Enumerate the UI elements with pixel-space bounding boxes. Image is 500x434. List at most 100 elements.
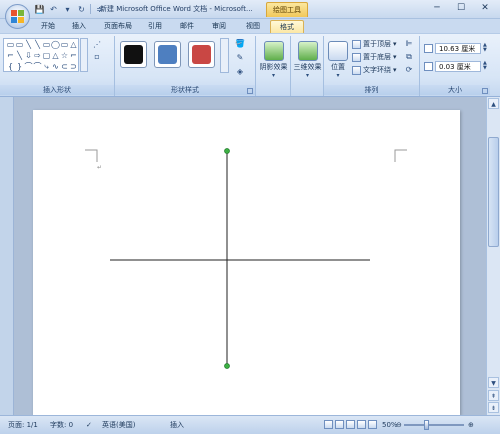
margin-corner-top-right: [394, 149, 407, 162]
3d-effects-icon: [297, 41, 318, 61]
scroll-up-icon[interactable]: ▲: [488, 98, 499, 109]
shape-line-icon[interactable]: ╲: [24, 40, 33, 49]
page-count[interactable]: 页面: 1/1: [8, 416, 38, 434]
bring-to-front-button[interactable]: 置于顶层 ▾: [352, 39, 397, 50]
shape-left-brace-icon[interactable]: {: [6, 62, 15, 71]
zoom-slider-knob[interactable]: [424, 420, 429, 430]
full-screen-reading-icon[interactable]: [335, 420, 344, 429]
shape-styles-launcher-icon[interactable]: [247, 88, 253, 94]
tab-page-layout[interactable]: 页面布局: [97, 20, 139, 33]
tab-view[interactable]: 视图: [239, 20, 267, 33]
close-button[interactable]: ✕: [474, 2, 496, 16]
shape-diagonal-icon[interactable]: ╲: [33, 40, 42, 49]
shape-rectangle-icon[interactable]: ▭: [6, 40, 15, 49]
shape-rounded-rect-icon[interactable]: ▭: [42, 40, 51, 49]
shape-height-spinner[interactable]: ▲ ▼: [483, 43, 489, 53]
group-size: 10.63 厘米 ▲ ▼ 0.03 厘米 ▲ ▼ 大小: [420, 36, 490, 96]
prev-page-icon[interactable]: ⇞: [488, 390, 499, 401]
zoom-out-icon[interactable]: ⊖: [396, 416, 402, 434]
office-logo-icon: [11, 10, 25, 24]
text-wrapping-button[interactable]: 文字环绕 ▾: [352, 65, 397, 76]
3d-effects-button[interactable]: 三维效果 ▾: [291, 38, 324, 84]
shape-left-bracket-icon[interactable]: ⊂: [60, 62, 69, 71]
undo-dropdown-icon[interactable]: ▾: [62, 4, 73, 15]
word-count[interactable]: 字数: 0: [50, 416, 73, 434]
style-gallery-scroll[interactable]: [220, 38, 229, 73]
position-button[interactable]: 位置 ▾: [326, 38, 350, 84]
shape-arc2-icon[interactable]: ⌒: [33, 62, 42, 71]
shape-elbow-icon[interactable]: ⌐: [69, 51, 78, 60]
context-tab-drawing-tools: 绘图工具: [266, 2, 308, 17]
tab-insert[interactable]: 插入: [65, 20, 93, 33]
insert-mode[interactable]: 插入: [170, 416, 184, 434]
shape-slash-icon[interactable]: ╲: [15, 51, 24, 60]
tab-home[interactable]: 开始: [33, 20, 63, 33]
size-launcher-icon[interactable]: [482, 88, 488, 94]
shape-star-icon[interactable]: ☆: [60, 51, 69, 60]
tab-mailings[interactable]: 邮件: [173, 20, 201, 33]
selection-handle-top[interactable]: [224, 148, 230, 154]
shape-right-arrow-icon[interactable]: ⇨: [33, 51, 42, 60]
print-layout-icon[interactable]: [324, 420, 333, 429]
document-page[interactable]: ↵: [33, 110, 460, 415]
change-shape-icon[interactable]: ◈: [233, 67, 247, 77]
shape-width-spinner[interactable]: ▲ ▼: [483, 61, 489, 71]
tab-references[interactable]: 引用: [141, 20, 169, 33]
edit-points-icon[interactable]: ⋰: [90, 40, 104, 50]
shape-textbox-icon[interactable]: ▭: [15, 40, 24, 49]
undo-icon[interactable]: ↶: [48, 4, 59, 15]
save-icon[interactable]: 💾: [34, 4, 45, 15]
shape-down-arrow-icon[interactable]: ⇩: [24, 51, 33, 60]
align-icon[interactable]: ⊫: [402, 39, 416, 49]
text-wrapping-icon: [352, 66, 361, 75]
qat-separator: [90, 4, 91, 14]
draft-view-icon[interactable]: [368, 420, 377, 429]
shape-right-bracket-icon[interactable]: ⊃: [69, 62, 78, 71]
shape-right-brace-icon[interactable]: }: [15, 62, 24, 71]
shape-more-icon[interactable]: ▫: [90, 52, 104, 62]
shape-height-icon: [424, 43, 433, 53]
status-bar: 页面: 1/1 字数: 0 ✓ 英语(美国) 插入 50% ⊖ ⊕: [0, 415, 500, 434]
selection-handle-bottom[interactable]: [224, 363, 230, 369]
shape-fill-icon[interactable]: 🪣: [233, 39, 247, 49]
shape-wave-icon[interactable]: ∿: [51, 62, 60, 71]
outline-view-icon[interactable]: [357, 420, 366, 429]
group-label-arrange: 排列: [324, 85, 419, 95]
office-button[interactable]: [5, 4, 30, 29]
shapes-gallery-scroll[interactable]: [80, 38, 88, 72]
rotate-icon[interactable]: ⟳: [402, 65, 416, 75]
shape-curved-arrow-icon[interactable]: ⤷: [42, 62, 51, 71]
shadow-effects-button[interactable]: 阴影效果 ▾: [256, 38, 291, 84]
proofing-icon[interactable]: ✓: [86, 416, 92, 434]
scroll-thumb[interactable]: [488, 137, 499, 247]
style-swatch-red[interactable]: [188, 41, 215, 68]
maximize-button[interactable]: ☐: [450, 2, 472, 16]
send-to-back-button[interactable]: 置于底层 ▾: [352, 52, 397, 63]
shape-square-icon[interactable]: ▭: [60, 40, 69, 49]
shape-arc-icon[interactable]: ⌒: [24, 62, 33, 71]
zoom-slider[interactable]: [404, 424, 464, 426]
group-shape-styles: 🪣 ✎ ◈ 形状样式: [115, 36, 256, 96]
zoom-in-icon[interactable]: ⊕: [468, 416, 474, 434]
vertical-scrollbar[interactable]: ▲ ▼ ⇞ ⇟: [486, 97, 500, 415]
style-swatch-black[interactable]: [120, 41, 147, 68]
tab-format[interactable]: 格式: [270, 20, 304, 33]
web-layout-icon[interactable]: [346, 420, 355, 429]
shape-triangle-outline-icon[interactable]: △: [51, 51, 60, 60]
scroll-down-icon[interactable]: ▼: [488, 377, 499, 388]
shape-flowchart-icon[interactable]: ▢: [42, 51, 51, 60]
vertical-ruler: [0, 97, 14, 415]
group-objects-icon[interactable]: ⧉: [402, 52, 416, 62]
tab-review[interactable]: 审阅: [205, 20, 233, 33]
shape-width-input[interactable]: 0.03 厘米: [435, 60, 481, 72]
shape-outline-icon[interactable]: ✎: [233, 53, 247, 63]
shape-oval-icon[interactable]: ◯: [51, 40, 60, 49]
redo-icon[interactable]: ↻: [76, 4, 87, 15]
language-indicator[interactable]: 英语(美国): [102, 416, 135, 434]
minimize-button[interactable]: ─: [426, 2, 448, 16]
style-swatch-blue[interactable]: [154, 41, 181, 68]
shape-connector-icon[interactable]: ⌐: [6, 51, 15, 60]
shape-height-input[interactable]: 10.63 厘米: [435, 42, 481, 54]
shape-triangle-icon[interactable]: △: [69, 40, 78, 49]
next-page-icon[interactable]: ⇟: [488, 402, 499, 413]
